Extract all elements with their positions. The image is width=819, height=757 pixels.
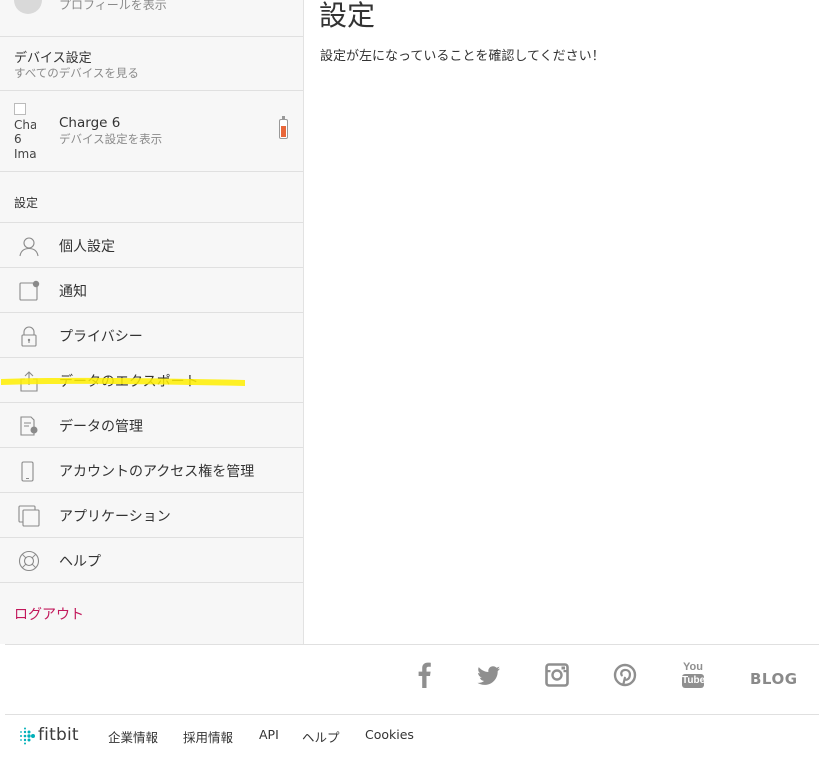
device-name: Charge 6 bbox=[59, 115, 121, 131]
settings-menu: 個人設定 通知 プライバシー データのエクスポート データの管理 アカウントのア… bbox=[0, 223, 303, 583]
logout-link[interactable]: ログアウト bbox=[14, 604, 84, 624]
twitter-icon[interactable] bbox=[476, 660, 502, 690]
settings-sidebar: プロフィールを表示 デバイス設定 すべてのデバイスを見る Cha 6 Ima C… bbox=[0, 0, 304, 644]
blog-link[interactable]: BLOG bbox=[750, 670, 798, 688]
menu-item-label: アプリケーション bbox=[59, 509, 171, 525]
pinterest-icon[interactable] bbox=[613, 660, 637, 690]
menu-item-data-management[interactable]: データの管理 bbox=[0, 403, 303, 448]
device-subtitle: デバイス設定を表示 bbox=[59, 132, 163, 146]
battery-icon bbox=[279, 116, 288, 139]
menu-item-help[interactable]: ヘルプ bbox=[0, 538, 303, 583]
device-image: Cha 6 Ima bbox=[14, 103, 36, 163]
footer-link-api[interactable]: API bbox=[259, 727, 279, 742]
lock-icon bbox=[21, 326, 37, 347]
data-manage-icon bbox=[20, 416, 38, 436]
broken-image-icon bbox=[14, 103, 26, 115]
menu-item-label: アカウントのアクセス権を管理 bbox=[59, 464, 255, 480]
menu-item-label: データのエクスポート bbox=[59, 374, 199, 390]
footer-divider-bottom bbox=[5, 714, 819, 715]
footer-link-company[interactable]: 企業情報 bbox=[108, 727, 158, 746]
settings-section-header: 設定 bbox=[0, 172, 303, 223]
menu-item-label: 通知 bbox=[59, 284, 87, 300]
page-title: 設定 bbox=[319, 0, 376, 32]
footer-link-help[interactable]: ヘルプ bbox=[302, 727, 340, 746]
footer-divider bbox=[5, 644, 819, 645]
notification-icon bbox=[19, 280, 40, 301]
menu-item-notifications[interactable]: 通知 bbox=[0, 268, 303, 313]
menu-item-label: 個人設定 bbox=[59, 239, 115, 255]
profile-row[interactable]: プロフィールを表示 bbox=[0, 0, 303, 37]
facebook-icon[interactable] bbox=[414, 660, 434, 690]
profile-avatar bbox=[14, 0, 42, 14]
instagram-icon[interactable] bbox=[545, 660, 569, 690]
page-message: 設定が左になっていることを確認してください！ bbox=[320, 49, 605, 64]
youtube-icon[interactable]: You Tube bbox=[682, 660, 706, 690]
applications-icon bbox=[18, 505, 40, 527]
device-settings-link[interactable]: デバイス設定 すべてのデバイスを見る bbox=[0, 37, 303, 91]
device-row-charge6[interactable]: Cha 6 Ima Charge 6 デバイス設定を表示 bbox=[0, 91, 303, 172]
menu-item-label: プライバシー bbox=[59, 329, 143, 345]
battery-fill bbox=[281, 126, 286, 137]
footer-link-careers[interactable]: 採用情報 bbox=[183, 727, 233, 746]
person-icon bbox=[19, 237, 39, 257]
export-icon bbox=[20, 371, 38, 392]
device-image-alt-line: 6 bbox=[14, 132, 22, 146]
menu-item-data-export[interactable]: データのエクスポート bbox=[0, 358, 303, 403]
settings-header-label: 設定 bbox=[14, 196, 39, 210]
device-image-alt-line: Cha bbox=[14, 117, 36, 132]
device-image-alt-line: Ima bbox=[14, 146, 36, 161]
menu-item-label: データの管理 bbox=[59, 419, 143, 435]
menu-item-applications[interactable]: アプリケーション bbox=[0, 493, 303, 538]
help-icon bbox=[18, 550, 40, 572]
menu-item-account-access[interactable]: アカウントのアクセス権を管理 bbox=[0, 448, 303, 493]
youtube-tube-text: Tube bbox=[682, 674, 706, 688]
menu-item-label: ヘルプ bbox=[59, 554, 101, 570]
fitbit-wordmark: fitbit bbox=[38, 725, 79, 745]
footer-bar: fitbit 企業情報 採用情報 API ヘルプ Cookies bbox=[0, 722, 819, 752]
profile-subtitle: プロフィールを表示 bbox=[59, 0, 167, 12]
device-settings-subtitle: すべてのデバイスを見る bbox=[14, 66, 139, 80]
phone-icon bbox=[21, 461, 34, 482]
menu-item-personal[interactable]: 個人設定 bbox=[0, 223, 303, 268]
menu-item-privacy[interactable]: プライバシー bbox=[0, 313, 303, 358]
youtube-you-text: You bbox=[683, 661, 703, 673]
device-settings-title: デバイス設定 bbox=[14, 51, 92, 66]
fitbit-dots-icon bbox=[20, 727, 35, 745]
footer-link-cookies[interactable]: Cookies bbox=[365, 727, 414, 742]
